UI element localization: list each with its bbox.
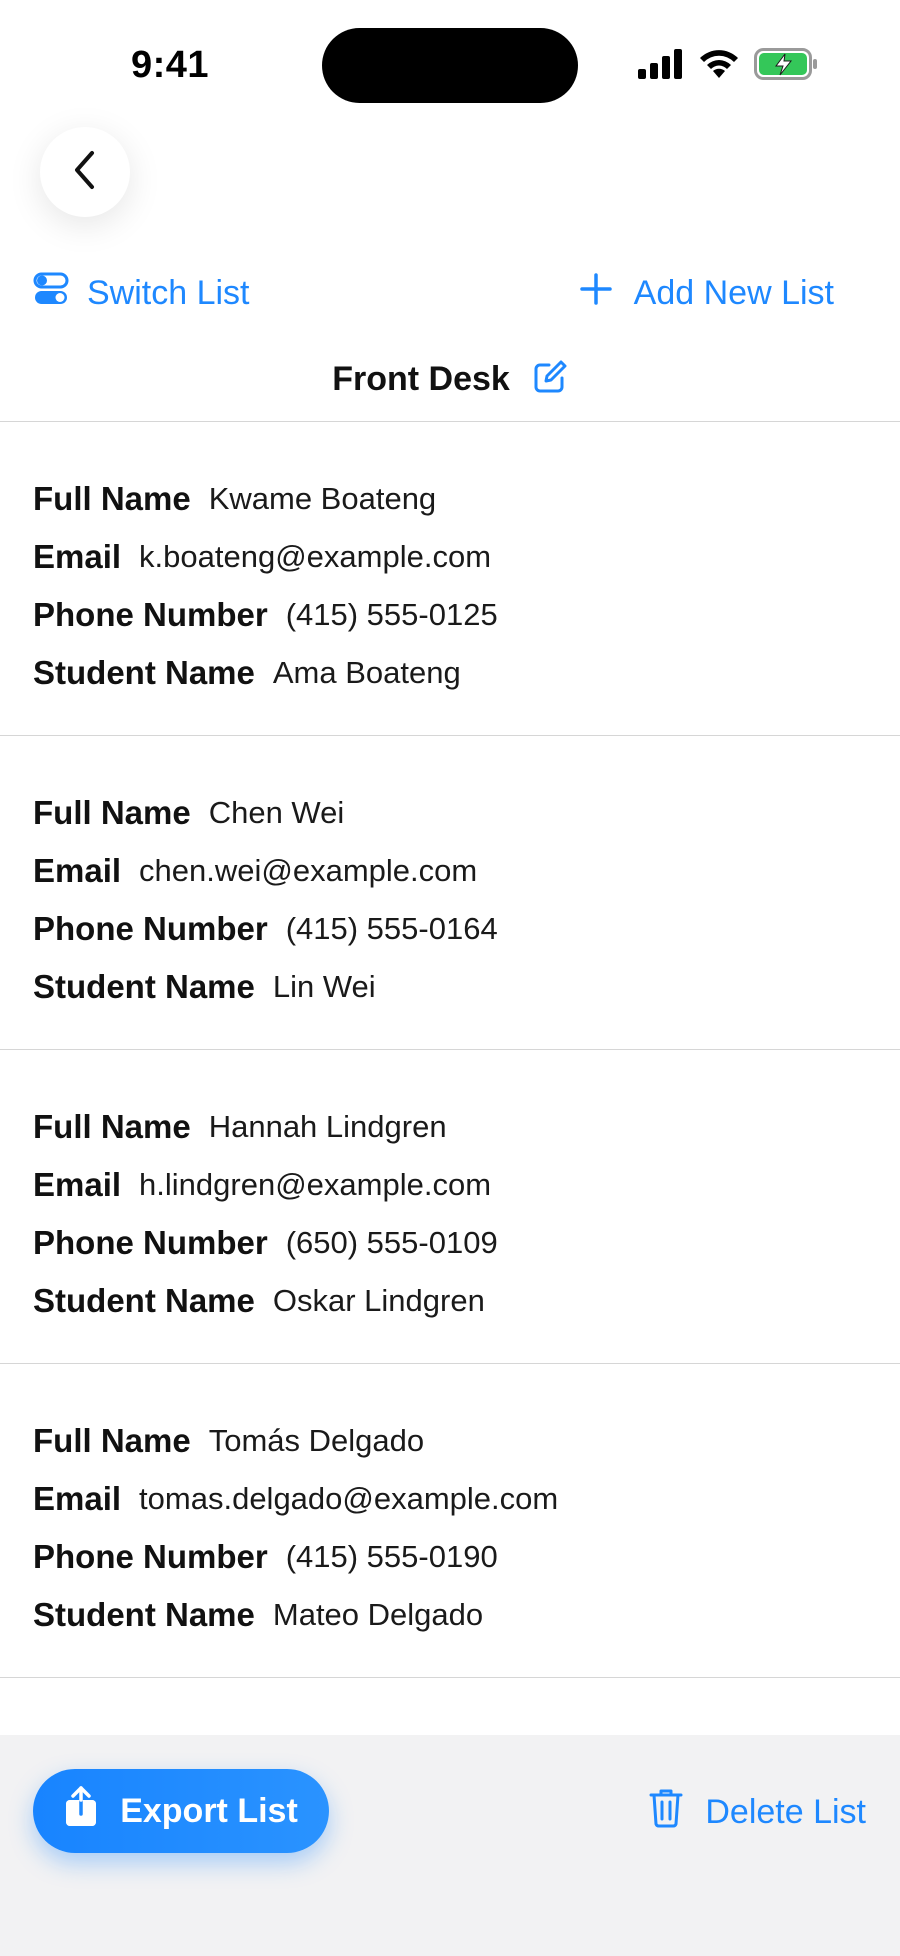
share-icon [64,1785,98,1837]
full-name-label: Full Name [33,1422,191,1459]
email-value: h.lindgren@example.com [139,1167,492,1202]
switch-list-button[interactable]: Switch List [33,268,250,318]
full-name-value: Hannah Lindgren [208,1109,447,1144]
full-name-value: Chen Wei [208,795,345,830]
switch-list-label: Switch List [87,273,250,312]
trash-icon [649,1788,683,1837]
student-name-value: Oskar Lindgren [272,1283,485,1318]
phone-label: Phone Number [33,910,268,947]
phone-label: Phone Number [33,596,268,633]
student-name-value: Mateo Delgado [272,1597,484,1632]
export-list-button[interactable]: Export List [33,1769,329,1853]
phone-value: (650) 555-0109 [285,1225,498,1260]
dynamic-island [322,28,578,103]
email-label: Email [33,852,122,889]
list-item[interactable]: Full Name Kwame Boateng Email k.boateng@ex… [0,422,900,736]
student-name-label: Student Name [33,1596,255,1633]
student-name-value: Ama Boateng [272,655,461,690]
email-label: Email [33,1166,122,1203]
full-name-label: Full Name [33,480,191,517]
full-name-label: Full Name [33,1108,191,1145]
cellular-signal-icon [638,49,684,84]
phone-label: Phone Number [33,1538,268,1575]
list-title: Front Desk [332,359,510,398]
email-value: k.boateng@example.com [139,539,492,574]
full-name-label: Full Name [33,794,191,831]
back-button[interactable] [40,127,130,217]
bottom-toolbar: Export List Delete List [0,1735,900,1956]
entry-list: Full Name Kwame Boateng Email k.boateng@ex… [0,422,900,1678]
email-label: Email [33,1480,122,1517]
full-name-value: Tomás Delgado [208,1423,425,1458]
student-name-label: Student Name [33,968,255,1005]
full-name-value: Kwame Boateng [208,481,437,516]
delete-list-label: Delete List [705,1792,866,1831]
add-new-list-label: Add New List [633,273,834,312]
battery-charging-icon [754,48,818,85]
phone-value: (415) 555-0125 [285,597,498,632]
edit-icon[interactable] [532,359,568,400]
plus-icon [579,272,612,314]
list-item[interactable]: Full Name Hannah Lindgren Email h.lindgren… [0,1050,900,1364]
phone-label: Phone Number [33,1224,268,1261]
student-name-label: Student Name [33,654,255,691]
status-time: 9:41 [131,44,210,86]
email-value: chen.wei@example.com [139,853,478,888]
chevron-left-icon [70,149,100,196]
email-value: tomas.delgado@example.com [139,1481,559,1516]
status-bar: 9:41 [0,0,900,130]
list-item[interactable]: Full Name Tomás Delgado Email tomas.delgad… [0,1364,900,1678]
export-list-label: Export List [120,1791,298,1830]
list-title-row: Front Desk [0,352,900,406]
delete-list-button[interactable]: Delete List [649,1787,866,1837]
phone-value: (415) 555-0164 [285,911,498,946]
student-name-label: Student Name [33,1282,255,1319]
email-label: Email [33,538,122,575]
phone-value: (415) 555-0190 [285,1539,498,1574]
wifi-icon [698,49,740,84]
add-new-list-button[interactable]: Add New List [579,268,834,318]
status-icons [638,48,818,85]
list-item[interactable]: Full Name Chen Wei Email chen.wei@example.… [0,736,900,1050]
toggle-list-icon [33,272,69,315]
student-name-value: Lin Wei [272,969,376,1004]
